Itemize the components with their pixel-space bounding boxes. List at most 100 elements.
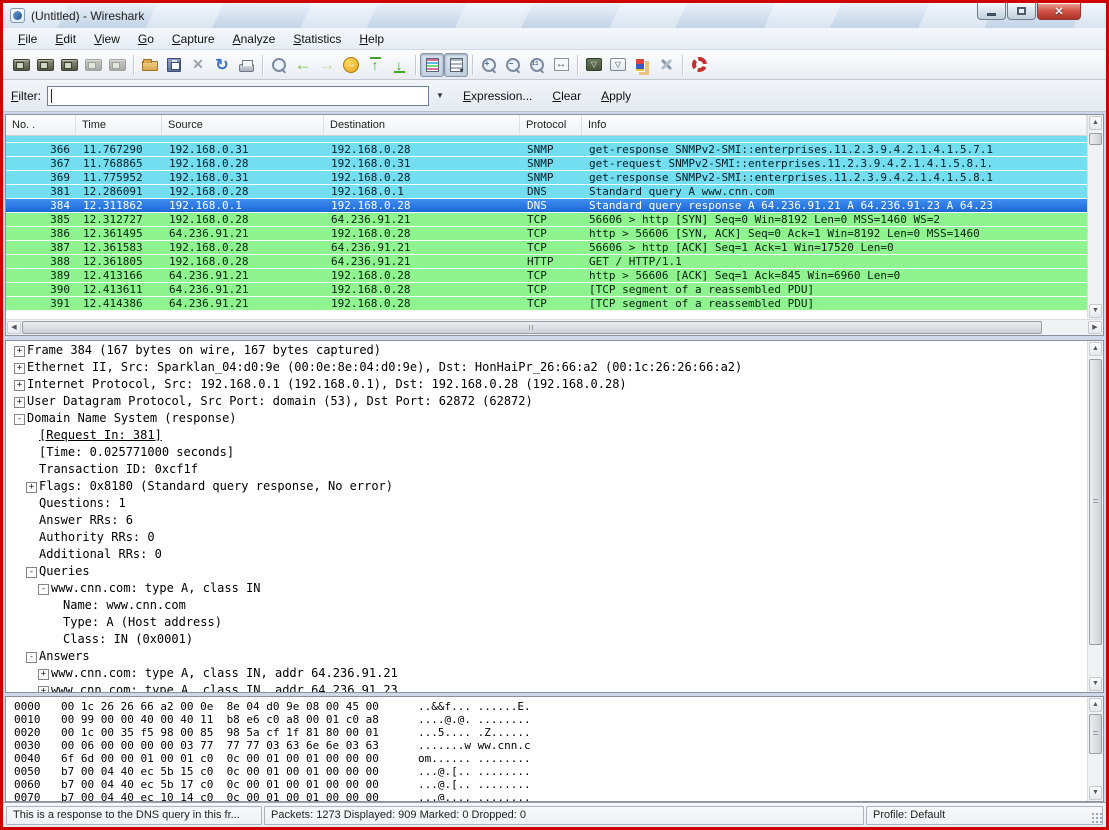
detail-row[interactable]: Transaction ID: 0xcf1f [6,462,1087,479]
column-header-protocol[interactable]: Protocol [520,115,582,135]
collapse-icon[interactable]: - [26,652,37,663]
help-button[interactable] [687,53,711,77]
expand-icon[interactable]: + [14,346,25,357]
detail-row[interactable]: [Request In: 381] [6,428,1087,445]
column-header-no[interactable]: No. . [6,115,76,135]
scroll-up-arrow[interactable]: ▲ [1089,342,1102,356]
packet-row-381[interactable]: 38112.286091192.168.0.28192.168.0.1DNSSt… [6,185,1087,199]
restart-capture-button[interactable] [105,53,129,77]
detail-row[interactable]: [Time: 0.025771000 seconds] [6,445,1087,462]
expand-icon[interactable]: + [14,380,25,391]
find-packet-button[interactable] [267,53,291,77]
detail-row[interactable]: +www.cnn.com: type A, class IN, addr 64.… [6,666,1087,683]
packet-row-384-selected[interactable]: 38412.311862192.168.0.1192.168.0.28DNSSt… [6,199,1087,213]
detail-row[interactable]: -www.cnn.com: type A, class IN [6,581,1087,598]
expand-icon[interactable]: + [14,397,25,408]
maximize-button[interactable] [1007,3,1036,20]
hex-row-0000[interactable]: 000000 1c 26 26 66 a2 00 0e 8e 04 d0 9e … [6,700,1087,713]
detail-row[interactable]: +Internet Protocol, Src: 192.168.0.1 (19… [6,377,1087,394]
detail-row[interactable]: +www.cnn.com: type A, class IN, addr 64.… [6,683,1087,692]
detail-row[interactable]: +Ethernet II, Src: Sparklan_04:d0:9e (00… [6,360,1087,377]
resize-columns-button[interactable] [549,53,573,77]
minimize-button[interactable] [977,3,1006,20]
collapse-icon[interactable]: - [26,567,37,578]
packet-row-388[interactable]: 38812.361805192.168.0.2864.236.91.21HTTP… [6,255,1087,269]
packet-row-369[interactable]: 36911.775952192.168.0.31192.168.0.28SNMP… [6,171,1087,185]
scroll-left-arrow[interactable]: ◀ [7,321,21,334]
hex-row-0040[interactable]: 00406f 6d 00 00 01 00 01 c0 0c 00 01 00 … [6,752,1087,765]
expand-icon[interactable]: + [14,363,25,374]
column-header-info[interactable]: Info [582,115,1087,135]
expand-icon[interactable]: + [26,482,37,493]
scroll-thumb[interactable] [1089,133,1102,145]
packet-row-391[interactable]: 39112.41438664.236.91.21192.168.0.28TCP[… [6,297,1087,311]
scroll-up-arrow[interactable]: ▲ [1089,698,1102,712]
column-header-time[interactable]: Time [76,115,162,135]
menu-view[interactable]: View [85,30,129,48]
packet-list-vscrollbar[interactable]: ▲ ▼ [1087,115,1103,319]
go-to-top-button[interactable] [363,53,387,77]
detail-row[interactable]: Class: IN (0x0001) [6,632,1087,649]
open-file-button[interactable] [138,53,162,77]
menu-statistics[interactable]: Statistics [284,30,350,48]
scroll-track[interactable] [22,320,1087,335]
expand-icon[interactable]: + [38,686,49,692]
titlebar[interactable]: (Untitled) - Wireshark ✕ [3,3,1106,28]
detail-row[interactable]: Additional RRs: 0 [6,547,1087,564]
zoom-out-button[interactable]: − [501,53,525,77]
apply-button[interactable]: Apply [593,86,639,106]
detail-row[interactable]: -Answers [6,649,1087,666]
detail-row[interactable]: +Flags: 0x8180 (Standard query response,… [6,479,1087,496]
go-back-button[interactable] [291,53,315,77]
menu-analyze[interactable]: Analyze [224,30,285,48]
scroll-thumb[interactable] [1089,359,1102,645]
packet-row-389[interactable]: 38912.41316664.236.91.21192.168.0.28TCPh… [6,269,1087,283]
packet-row-366[interactable]: 36611.767290192.168.0.31192.168.0.28SNMP… [6,143,1087,157]
save-file-button[interactable] [162,53,186,77]
hex-row-0030[interactable]: 003000 06 00 00 00 00 03 77 77 77 03 63 … [6,739,1087,752]
zoom-in-button[interactable]: + [477,53,501,77]
detail-row[interactable]: Name: www.cnn.com [6,598,1087,615]
hex-row-0020[interactable]: 002000 1c 00 35 f5 98 00 85 98 5a cf 1f … [6,726,1087,739]
scroll-down-arrow[interactable]: ▼ [1089,677,1102,691]
detail-row[interactable]: -Domain Name System (response) [6,411,1087,428]
details-vscrollbar[interactable]: ▲ ▼ [1087,341,1103,692]
scroll-right-arrow[interactable]: ▶ [1088,321,1102,334]
detail-row[interactable]: Type: A (Host address) [6,615,1087,632]
column-header-destination[interactable]: Destination [324,115,520,135]
expand-icon[interactable]: + [38,669,49,680]
collapse-icon[interactable]: - [14,414,25,425]
go-to-bottom-button[interactable] [387,53,411,77]
scroll-track[interactable] [1088,131,1103,303]
stop-capture-button[interactable] [81,53,105,77]
menu-help[interactable]: Help [350,30,393,48]
detail-row[interactable]: Answer RRs: 6 [6,513,1087,530]
preferences-button[interactable] [654,53,678,77]
menu-capture[interactable]: Capture [163,30,224,48]
menu-edit[interactable]: Edit [46,30,85,48]
colorize-packets-toggle-button[interactable] [420,53,444,77]
close-file-button[interactable] [186,53,210,77]
packet-row-387[interactable]: 38712.361583192.168.0.2864.236.91.21TCP5… [6,241,1087,255]
scroll-down-arrow[interactable]: ▼ [1089,304,1102,318]
start-capture-button[interactable] [57,53,81,77]
coloring-rules-button[interactable] [630,53,654,77]
menu-go[interactable]: Go [129,30,163,48]
packet-list-hscrollbar[interactable]: ◀ ▶ [6,319,1103,335]
expression-button[interactable]: Expression... [455,86,540,106]
packet-row-365[interactable]: 36511.766192.168.0.28192.168.0.31SNMPget… [6,136,1087,143]
scroll-down-arrow[interactable]: ▼ [1089,786,1102,800]
menu-file[interactable]: File [9,30,46,48]
capture-filters-button[interactable] [582,53,606,77]
filter-input[interactable] [47,86,429,106]
list-interfaces-button[interactable] [9,53,33,77]
detail-row[interactable]: Questions: 1 [6,496,1087,513]
capture-options-button[interactable] [33,53,57,77]
display-filters-button[interactable] [606,53,630,77]
print-button[interactable] [234,53,258,77]
scroll-up-arrow[interactable]: ▲ [1089,116,1102,130]
hex-row-0010[interactable]: 001000 99 00 00 40 00 40 11 b8 e6 c0 a8 … [6,713,1087,726]
scroll-track[interactable] [1088,713,1103,785]
filter-history-dropdown[interactable]: ▼ [429,86,451,106]
scroll-thumb[interactable] [1089,714,1102,754]
